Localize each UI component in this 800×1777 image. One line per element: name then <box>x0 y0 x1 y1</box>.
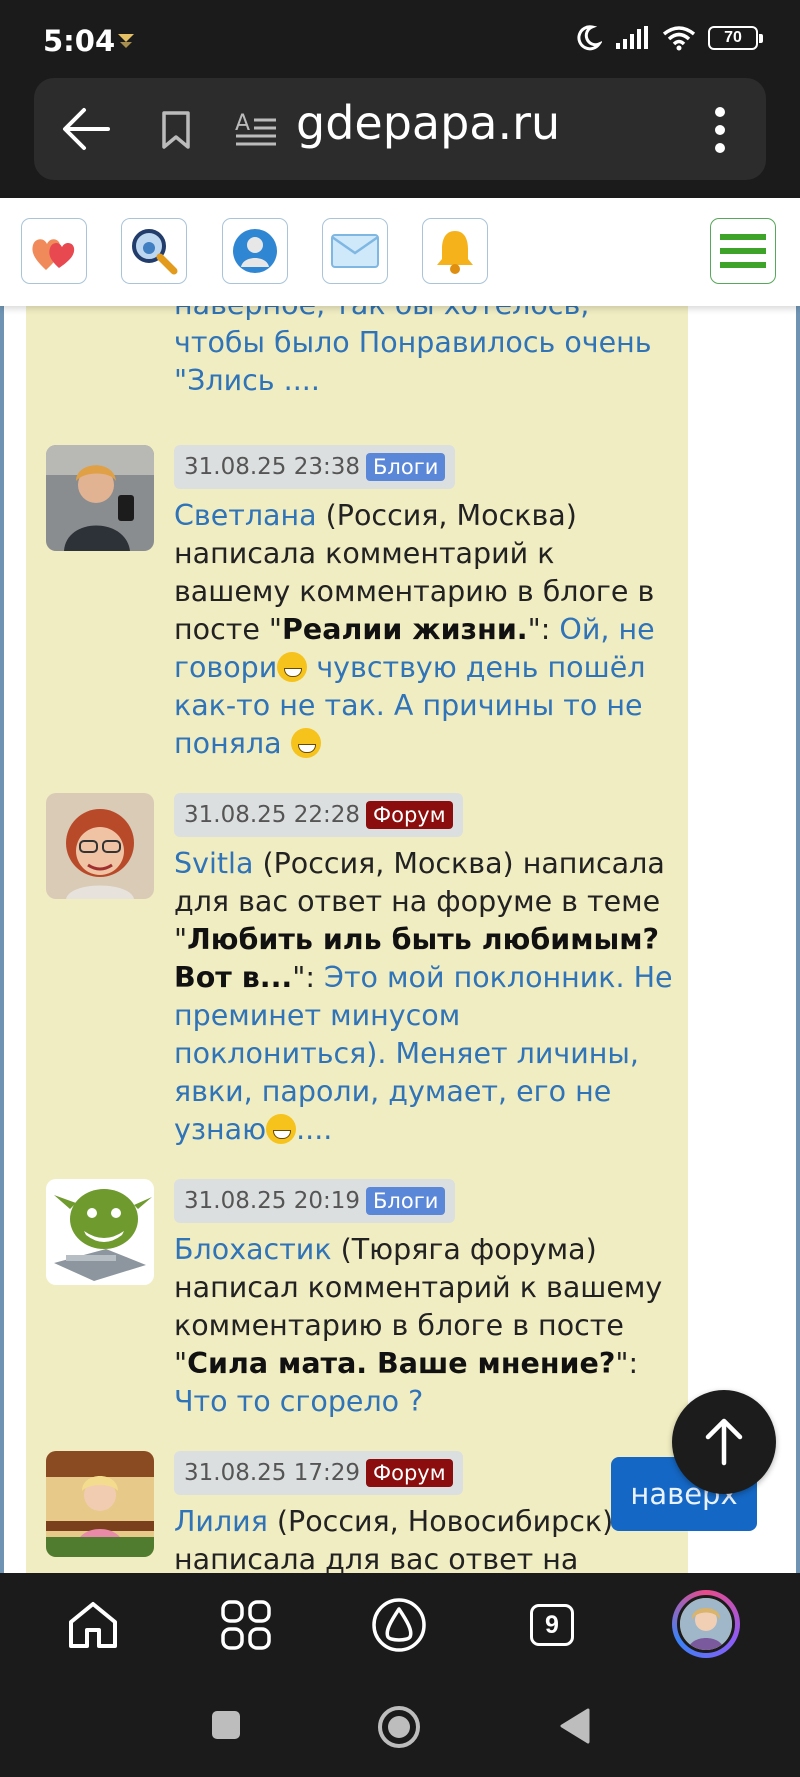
notification-meta: 31.08.25 20:19 Блоги <box>174 1179 456 1223</box>
search-button[interactable] <box>121 218 187 284</box>
hamburger-menu-icon <box>720 234 766 268</box>
profile-icon <box>233 229 277 273</box>
notification-text: Светлана (Россия, Москва) написала комме… <box>174 497 674 763</box>
browser-bottom-nav: 9 <box>0 1573 800 1679</box>
battery-icon: 70 <box>708 26 763 50</box>
svg-text:A: A <box>235 111 250 136</box>
assistant-icon <box>372 1598 426 1652</box>
search-icon <box>132 229 178 275</box>
avatar[interactable] <box>46 1451 154 1557</box>
separator: ": <box>527 613 560 646</box>
notification-meta: 31.08.25 17:29 Форум <box>174 1451 463 1495</box>
status-icons: 70 <box>574 24 763 52</box>
avatar[interactable] <box>46 1179 154 1285</box>
timestamp: 31.08.25 23:38 <box>184 454 361 480</box>
more-options-icon[interactable] <box>714 106 726 154</box>
author-link[interactable]: Лилия <box>174 1505 268 1538</box>
timestamp: 31.08.25 20:19 <box>184 1188 361 1214</box>
status-bar: 5:04 70 <box>0 0 800 74</box>
separator: ": <box>615 1347 639 1380</box>
notification-item: 31.08.25 22:28 Форум Svitla (Россия, Мос… <box>46 793 676 1153</box>
reader-mode-icon[interactable]: A <box>234 108 278 150</box>
url-text[interactable]: gdepapa.ru <box>296 96 560 150</box>
hearts-button[interactable] <box>21 218 87 284</box>
hearts-icon <box>32 239 75 270</box>
arrow-up-icon <box>705 1418 743 1466</box>
profile-avatar <box>677 1595 735 1653</box>
download-indicator-icon <box>118 34 134 48</box>
notification-meta: 31.08.25 22:28 Форум <box>174 793 463 837</box>
tabs-count-icon: 9 <box>530 1604 574 1646</box>
address-bar[interactable]: A gdepapa.ru <box>34 78 766 180</box>
right-border <box>796 306 800 1573</box>
avatar[interactable] <box>46 793 154 899</box>
forum-badge[interactable]: Форум <box>366 1459 453 1487</box>
notification-item: 31.08.25 20:19 Блоги Блохастик (Тюряга ф… <box>46 1179 676 1429</box>
grin-emoji-icon <box>290 728 321 758</box>
notification-meta: 31.08.25 23:38 Блоги <box>174 445 456 489</box>
bell-icon <box>437 231 473 274</box>
browser-chrome: A gdepapa.ru <box>0 74 800 198</box>
assistant-button[interactable] <box>371 1597 427 1653</box>
comment-quote-link[interactable]: Что то сгорело ? <box>174 1385 423 1418</box>
left-border <box>0 306 4 1573</box>
site-toolbar <box>0 198 800 306</box>
profile-avatar-button[interactable] <box>672 1590 740 1658</box>
notification-item: 31.08.25 17:29 Форум Лилия (Россия, Ново… <box>46 1451 676 1573</box>
notification-text: Svitla (Россия, Москва) написала для вас… <box>174 845 674 1149</box>
mail-icon <box>331 234 379 268</box>
timestamp: 31.08.25 17:29 <box>184 1460 361 1486</box>
back-triangle-icon[interactable] <box>558 1707 592 1745</box>
grin-emoji-icon <box>266 1114 297 1144</box>
notifications-feed: наверное, так бы хотелось, чтобы было По… <box>0 306 800 1573</box>
timestamp: 31.08.25 22:28 <box>184 802 361 828</box>
signal-icon <box>616 26 648 49</box>
status-time: 5:04 <box>43 24 116 58</box>
bookmark-icon[interactable] <box>158 110 194 150</box>
forum-badge[interactable]: Форум <box>366 801 453 829</box>
notification-text: Блохастик (Тюряга форума) написал коммен… <box>174 1231 674 1421</box>
scroll-up-fab[interactable] <box>672 1390 776 1494</box>
wifi-icon <box>662 26 696 51</box>
author-link[interactable]: Светлана <box>174 499 317 532</box>
blog-badge[interactable]: Блоги <box>366 1187 446 1215</box>
mail-button[interactable] <box>322 218 388 284</box>
notification-item: 31.08.25 23:38 Блоги Светлана (Россия, М… <box>46 445 676 765</box>
snippet-line: чтобы было Понравилось очень <box>174 326 652 359</box>
blog-badge[interactable]: Блоги <box>366 453 446 481</box>
avatar[interactable] <box>46 445 154 551</box>
post-title-link[interactable]: Сила мата. Ваше мнение? <box>187 1347 615 1380</box>
home-circle-icon[interactable] <box>377 1705 421 1749</box>
battery-level: 70 <box>724 29 742 46</box>
post-title-link[interactable]: Реалии жизни. <box>282 613 528 646</box>
tabs-button[interactable]: 9 <box>524 1597 580 1653</box>
rofl-emoji-icon <box>277 652 308 682</box>
apps-button[interactable] <box>218 1597 274 1653</box>
apps-grid-icon <box>221 1600 271 1650</box>
moon-icon <box>577 25 602 51</box>
snippet-line: наверное, так бы хотелось, <box>174 306 674 324</box>
main-menu-button[interactable] <box>710 218 776 284</box>
profile-button[interactable] <box>222 218 288 284</box>
home-button[interactable] <box>65 1597 121 1653</box>
notifications-button[interactable] <box>422 218 488 284</box>
author-link[interactable]: Svitla <box>174 847 253 880</box>
snippet-line: "Злись .... <box>174 364 320 397</box>
quote-tail: .... <box>296 1113 333 1146</box>
previous-comment-snippet[interactable]: наверное, так бы хотелось, чтобы было По… <box>174 306 674 400</box>
author-link[interactable]: Блохастик <box>174 1233 332 1266</box>
system-navigation-bar <box>0 1679 800 1777</box>
home-icon <box>69 1602 117 1648</box>
separator: ": <box>292 961 325 994</box>
recents-icon[interactable] <box>210 1709 242 1741</box>
back-arrow-icon[interactable] <box>60 104 112 154</box>
